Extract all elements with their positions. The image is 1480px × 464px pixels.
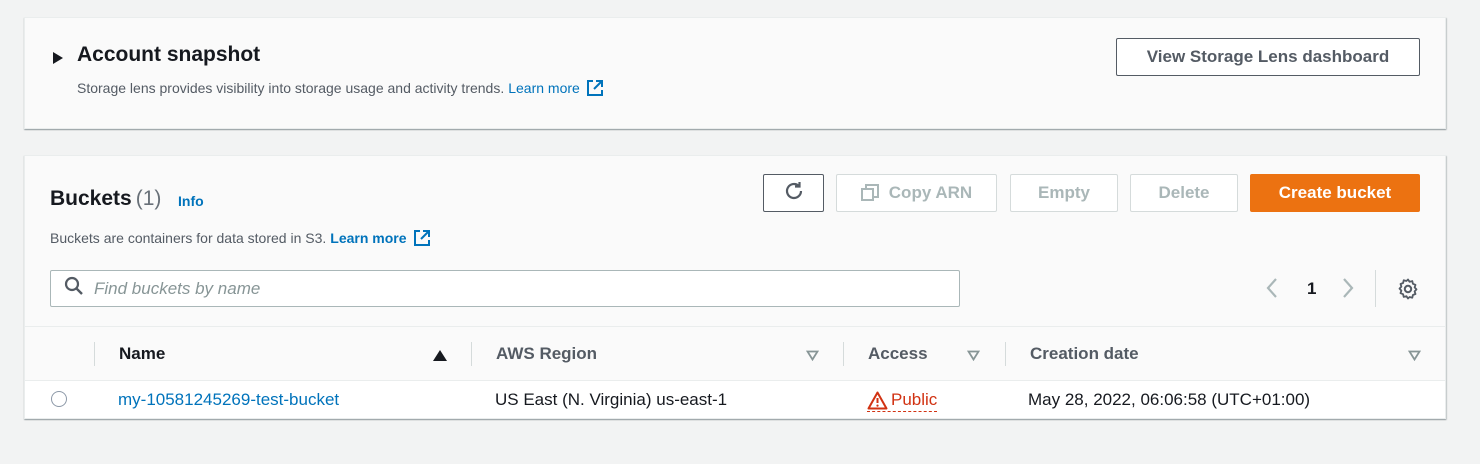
bucket-creation-date: May 28, 2022, 06:06:58 (UTC+01:00) [1028,390,1311,409]
access-public-label: Public [891,390,938,409]
refresh-icon [783,180,805,207]
buckets-learn-more-link[interactable]: Learn more [330,230,406,246]
row-select-radio[interactable] [51,391,67,407]
column-header-creation-date[interactable]: Creation date [1030,344,1139,364]
account-snapshot-description: Storage lens provides visibility into st… [77,79,604,97]
copy-arn-label: Copy ARN [888,183,973,202]
column-divider [94,342,95,366]
refresh-button[interactable] [763,174,824,212]
sort-ascending-icon[interactable] [433,348,447,366]
previous-page-icon[interactable] [1265,276,1279,305]
info-link[interactable]: Info [178,193,204,209]
buckets-title: Buckets [50,187,132,210]
table-header: Name AWS Region Access Creation date [25,326,1445,381]
sort-icon[interactable] [1407,348,1422,366]
view-storage-lens-button[interactable]: View Storage Lens dashboard [1116,38,1420,76]
bucket-access-status[interactable]: Public [867,390,938,412]
empty-button[interactable]: Empty [1010,174,1118,212]
column-divider[interactable] [471,342,472,366]
column-header-name[interactable]: Name [119,344,165,364]
sort-icon[interactable] [805,348,820,366]
column-divider[interactable] [843,342,844,366]
pagination-divider [1375,270,1376,307]
buckets-description-text: Buckets are containers for data stored i… [50,230,327,246]
current-page-number[interactable]: 1 [1307,279,1316,299]
delete-button[interactable]: Delete [1130,174,1238,212]
column-header-access[interactable]: Access [868,344,928,364]
snapshot-learn-more-link[interactable]: Learn more [508,80,580,96]
bucket-search-box[interactable] [50,270,960,307]
external-link-icon[interactable] [413,229,431,247]
gear-icon[interactable] [1396,277,1420,306]
buckets-description: Buckets are containers for data stored i… [50,229,431,247]
next-page-icon[interactable] [1341,276,1355,305]
buckets-header: Buckets (1) [50,187,161,211]
bucket-name-link[interactable]: my-10581245269-test-bucket [118,390,339,410]
copy-icon [860,184,879,202]
buckets-panel: Buckets (1) Info Buckets are containers f… [24,155,1446,419]
search-input[interactable] [94,278,914,299]
copy-arn-button[interactable]: Copy ARN [836,174,997,212]
sort-icon[interactable] [966,348,981,366]
snapshot-description-text: Storage lens provides visibility into st… [77,80,505,96]
create-bucket-button[interactable]: Create bucket [1250,174,1420,212]
expand-caret-icon[interactable] [53,51,63,69]
table-row[interactable]: my-10581245269-test-bucket US East (N. V… [25,381,1445,418]
external-link-icon[interactable] [586,79,604,97]
warning-icon [867,391,888,409]
column-divider[interactable] [1005,342,1006,366]
column-header-region[interactable]: AWS Region [496,344,597,364]
search-icon [64,276,84,301]
account-snapshot-title[interactable]: Account snapshot [77,43,260,67]
buckets-count: (1) [135,187,162,210]
bucket-region: US East (N. Virginia) us-east-1 [495,390,728,409]
account-snapshot-panel: Account snapshot Storage lens provides v… [24,17,1446,129]
